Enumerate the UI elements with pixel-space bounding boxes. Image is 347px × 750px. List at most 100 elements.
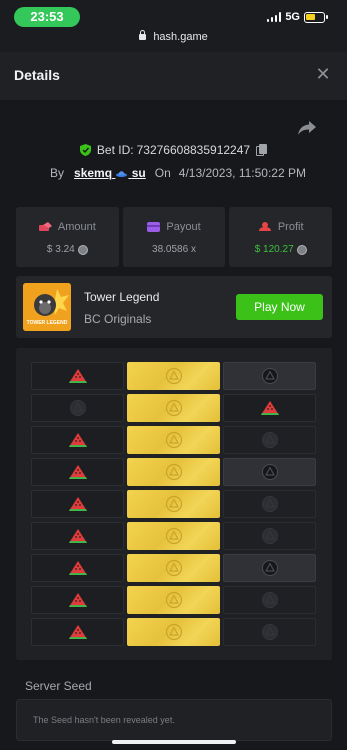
tower-tile [223, 554, 316, 582]
game-thumbnail[interactable]: TOWER LEGEND [23, 283, 71, 331]
watermelon-icon [68, 561, 87, 575]
tower-tile [223, 426, 316, 454]
lock-icon [139, 30, 147, 40]
url-text: hash.game [153, 31, 208, 43]
tower-tile [223, 490, 316, 518]
payout-card: Payout 38.0586 x [122, 207, 226, 267]
profit-label: Profit [277, 221, 304, 233]
safe-coin-icon [165, 431, 182, 449]
hidden-coin-icon [261, 464, 278, 480]
hidden-coin-icon [261, 496, 278, 512]
profit-icon [258, 222, 271, 231]
by-label: By [50, 166, 65, 180]
watermelon-icon [68, 529, 87, 543]
safe-coin-icon [165, 495, 182, 513]
tower-tile [223, 586, 316, 614]
watermelon-icon [68, 433, 87, 447]
coin-icon [296, 244, 307, 255]
share-icon[interactable] [297, 120, 317, 136]
tower-tile [31, 586, 124, 614]
tower-tile [127, 586, 220, 614]
tower-tile [127, 490, 220, 518]
safe-coin-icon [165, 399, 182, 417]
tower-tile [127, 458, 220, 486]
tower-tile [31, 362, 124, 390]
safe-coin-icon [165, 367, 182, 385]
amount-card: Amount $ 3.24 [16, 207, 119, 267]
status-time: 23:53 [14, 7, 80, 27]
signal-icon [266, 12, 282, 22]
tower-tile [31, 394, 124, 422]
watermelon-icon [68, 625, 87, 639]
tower-tile [223, 618, 316, 646]
tower-tile [127, 362, 220, 390]
tower-tile [127, 394, 220, 422]
user-name: skemq [74, 166, 113, 180]
on-label: On [154, 166, 171, 180]
safe-coin-icon [165, 623, 182, 641]
tower-tile [31, 426, 124, 454]
hidden-coin-icon [261, 624, 278, 640]
bet-stats: Amount $ 3.24 Payout 38.0586 x Profit $ … [16, 207, 333, 267]
tower-tile [31, 458, 124, 486]
tower-tile [31, 522, 124, 550]
address-bar[interactable]: hash.game [0, 30, 347, 43]
hidden-coin-icon [261, 560, 278, 576]
copy-icon[interactable] [256, 144, 268, 156]
page-title: Details [14, 67, 60, 83]
tower-tile [223, 362, 316, 390]
hidden-coin-icon [261, 368, 278, 384]
hidden-coin-icon [261, 528, 278, 544]
battery-icon [304, 11, 328, 23]
play-now-button[interactable]: Play Now [236, 294, 323, 320]
payout-icon [147, 222, 161, 232]
user-link[interactable]: skemq su [74, 166, 146, 180]
hat-icon [116, 171, 128, 177]
bet-id-value: 73276608835912247 [136, 143, 251, 157]
server-seed-label: Server Seed [25, 679, 92, 693]
status-indicators: 5G [266, 11, 328, 23]
server-seed-text: The Seed hasn't been revealed yet. [33, 715, 175, 725]
tower-tile [127, 522, 220, 550]
game-provider: BC Originals [84, 312, 152, 326]
tower-tile [127, 618, 220, 646]
amount-label: Amount [57, 221, 96, 233]
watermelon-icon [68, 497, 87, 511]
status-bar: 23:53 5G hash.game [0, 0, 347, 52]
safe-coin-icon [165, 559, 182, 577]
game-thumbnail-label: TOWER LEGEND [26, 320, 68, 326]
tower-tile [223, 522, 316, 550]
coin-icon [77, 244, 88, 255]
verified-shield-icon [79, 144, 91, 156]
tower-tile [127, 554, 220, 582]
bet-id-row: Bet ID: 73276608835912247 [0, 143, 347, 157]
watermelon-icon [260, 401, 279, 415]
bet-meta-row: By skemq su On 4/13/2023, 11:50:22 PM [50, 166, 306, 180]
watermelon-icon [68, 369, 87, 383]
watermelon-icon [68, 465, 87, 479]
home-indicator[interactable] [112, 740, 236, 744]
bet-id-label: Bet ID: [96, 143, 134, 157]
amount-icon [38, 222, 52, 231]
amount-value: $ 3.24 [46, 244, 75, 255]
bet-datetime: 4/13/2023, 11:50:22 PM [178, 166, 306, 180]
profit-card: Profit $ 120.27 [229, 207, 333, 267]
user-suffix: su [131, 166, 146, 180]
hidden-coin-icon [69, 400, 86, 416]
tower-tile [31, 554, 124, 582]
server-seed-box: The Seed hasn't been revealed yet. [16, 699, 332, 741]
tower-tile [223, 394, 316, 422]
hidden-coin-icon [261, 592, 278, 608]
safe-coin-icon [165, 591, 182, 609]
network-label: 5G [285, 11, 300, 23]
watermelon-icon [68, 593, 87, 607]
safe-coin-icon [165, 527, 182, 545]
game-name: Tower Legend [84, 290, 160, 304]
details-header: Details ✕ [0, 52, 347, 100]
safe-coin-icon [165, 463, 182, 481]
tower-tile [31, 490, 124, 518]
tower-tile [127, 426, 220, 454]
tower-tile [223, 458, 316, 486]
tower-tile [31, 618, 124, 646]
close-button[interactable]: ✕ [313, 64, 333, 84]
